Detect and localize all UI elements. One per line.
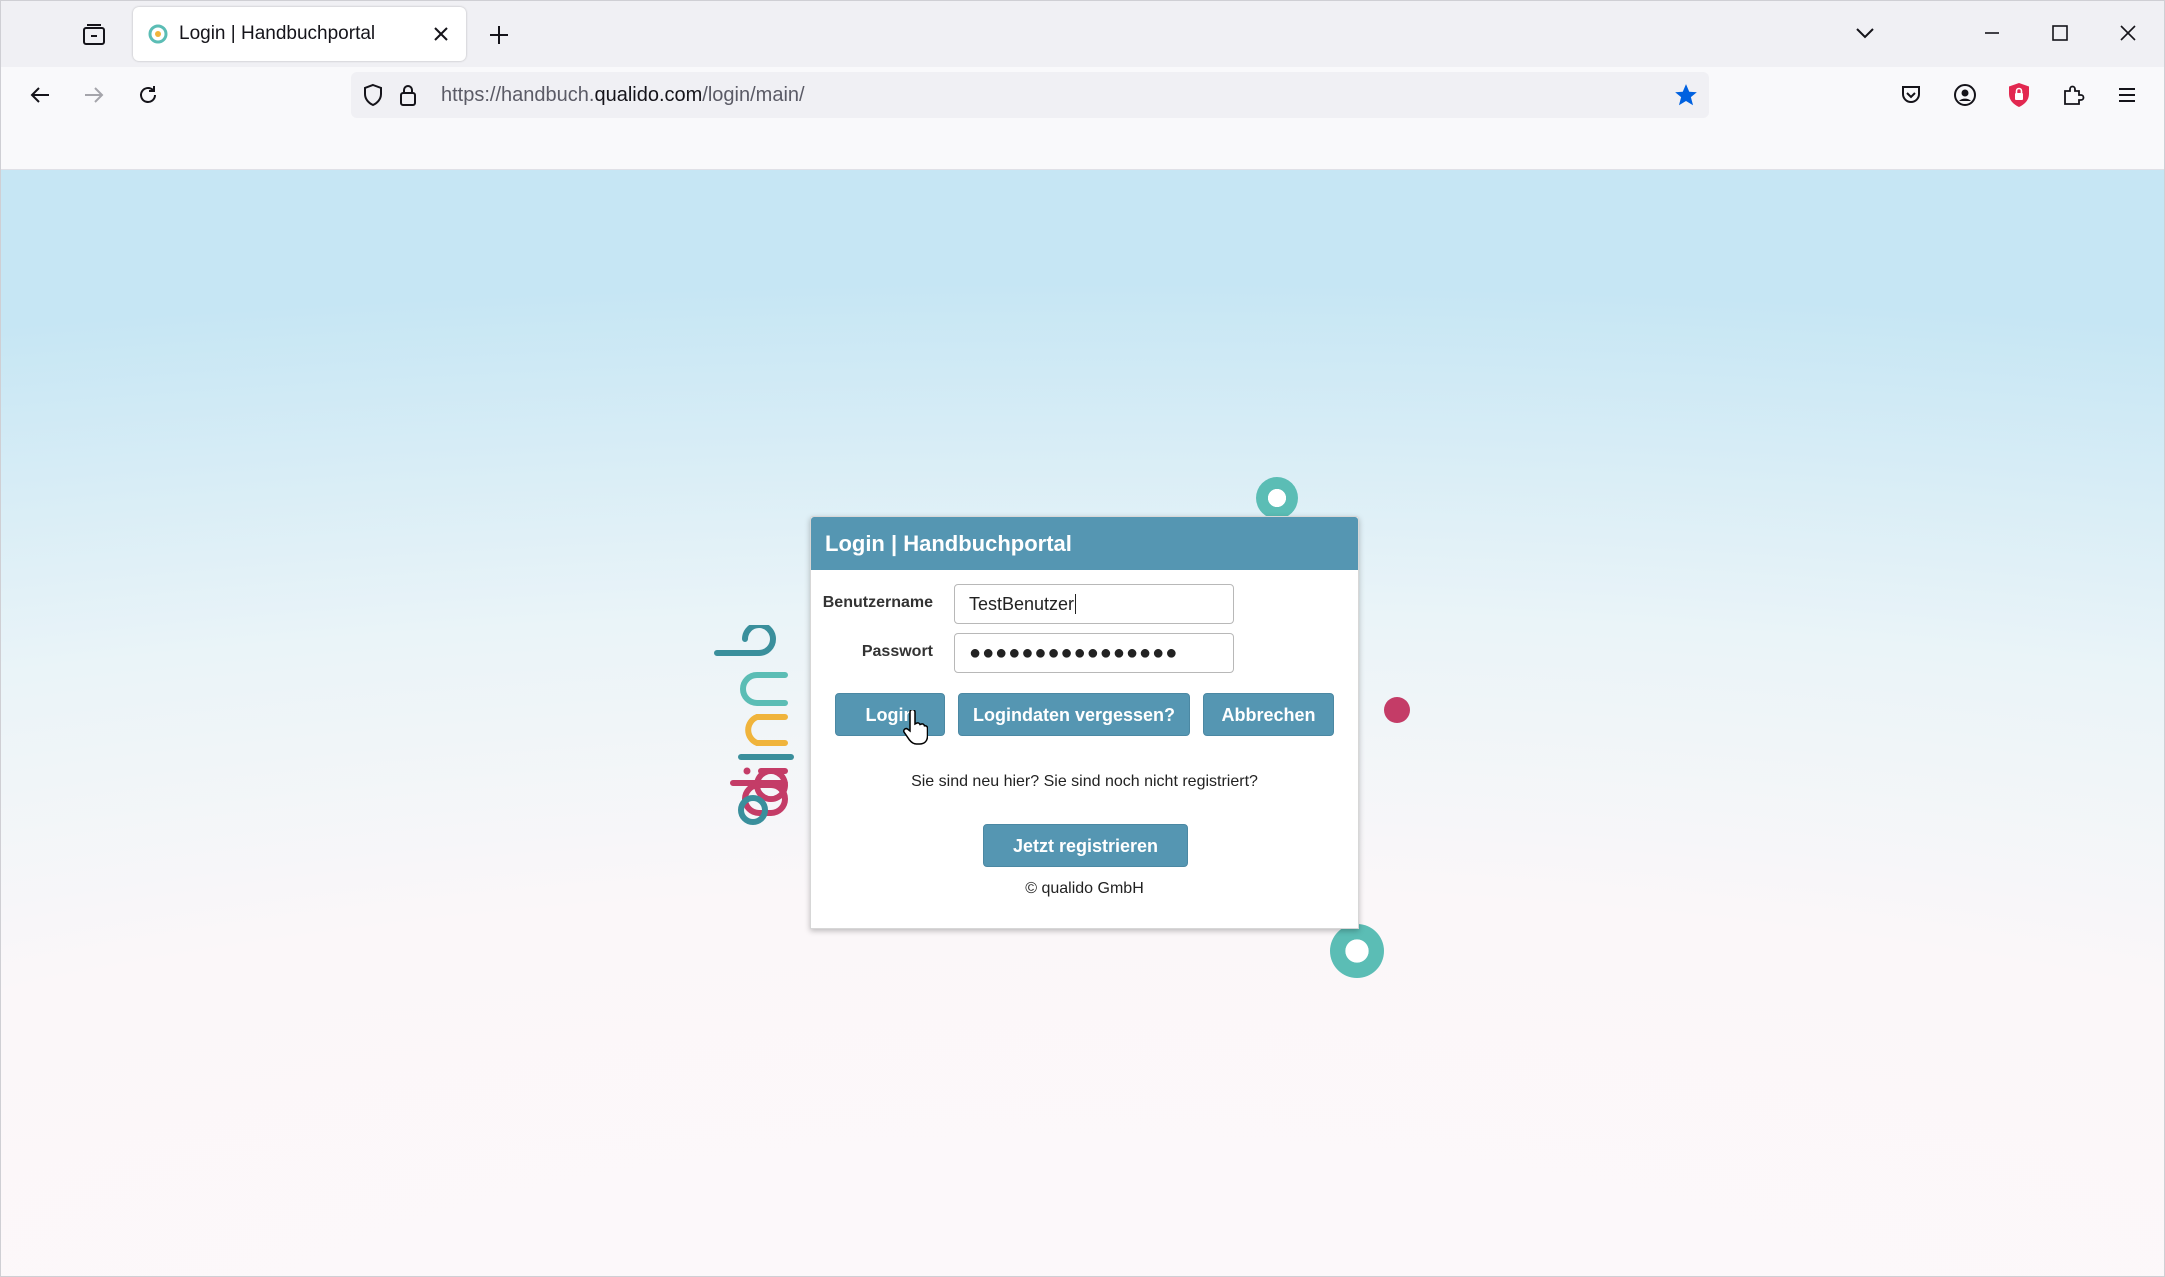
extension-shield-button[interactable]	[1997, 73, 2041, 117]
reload-icon	[140, 86, 156, 103]
username-label: Benutzername	[822, 594, 933, 611]
login-dialog: Login | Handbuchportal Benutzername Test…	[810, 516, 1359, 929]
decorative-ring-top	[1256, 477, 1298, 519]
back-button[interactable]	[18, 73, 62, 117]
tab-strip: Login | Handbuchportal	[1, 1, 2164, 67]
url-text[interactable]: https://handbuch.qualido.com/login/main/	[441, 72, 805, 118]
active-tab[interactable]: Login | Handbuchportal	[133, 7, 466, 61]
chevron-down-icon	[1856, 28, 1874, 39]
tab-title: Login | Handbuchportal	[179, 23, 376, 44]
dialog-title: Login | Handbuchportal	[825, 531, 1072, 556]
password-value: ●●●●●●●●●●●●●●●●	[969, 642, 1179, 664]
maximize-icon	[2052, 25, 2068, 41]
window-close-icon	[2120, 25, 2136, 41]
decorative-ring-bottom	[1330, 924, 1384, 978]
new-user-text: Sie sind neu hier? Sie sind noch nicht r…	[911, 773, 1258, 790]
menu-button[interactable]	[2105, 73, 2149, 117]
cancel-button[interactable]: Abbrechen	[1203, 693, 1334, 736]
arrow-left-icon	[30, 87, 49, 103]
dialog-header: Login | Handbuchportal	[811, 517, 1358, 570]
red-shield-icon	[2009, 83, 2029, 107]
tab-list-button[interactable]	[77, 18, 111, 52]
minimize-button[interactable]	[1969, 11, 2015, 55]
minimize-icon	[1985, 32, 1999, 34]
qualido-logo	[714, 625, 794, 825]
password-input[interactable]: ●●●●●●●●●●●●●●●●	[954, 633, 1234, 673]
account-icon	[1954, 84, 1976, 106]
login-button[interactable]: Login	[835, 693, 945, 736]
text-caret	[1075, 594, 1077, 614]
copyright-text: © qualido GmbH	[1025, 880, 1144, 897]
window-close-button[interactable]	[2105, 11, 2151, 55]
reload-button[interactable]	[126, 73, 170, 117]
pocket-button[interactable]	[1889, 73, 1933, 117]
maximize-button[interactable]	[2037, 11, 2083, 55]
forward-button[interactable]	[72, 73, 116, 117]
register-button[interactable]: Jetzt registrieren	[983, 824, 1188, 867]
navigation-toolbar: https://handbuch.qualido.com/login/main/	[1, 67, 2164, 123]
address-bar[interactable]: https://handbuch.qualido.com/login/main/	[351, 72, 1709, 118]
new-tab-button[interactable]	[481, 17, 517, 53]
browser-window: Login | Handbuchportal https://handbuch.…	[0, 0, 2165, 1277]
tab-list-icon	[83, 24, 105, 45]
extensions-button[interactable]	[2051, 73, 2095, 117]
page-content: Login | Handbuchportal Benutzername Test…	[1, 170, 2164, 1276]
tracking-shield-icon[interactable]	[361, 83, 385, 107]
username-value: TestBenutzer	[969, 594, 1075, 614]
list-all-tabs-button[interactable]	[1847, 15, 1883, 51]
close-icon	[434, 27, 448, 41]
star-icon[interactable]	[1673, 82, 1699, 108]
tab-close-button[interactable]	[428, 21, 454, 47]
pocket-icon	[1902, 86, 1920, 103]
lock-icon[interactable]	[396, 83, 420, 107]
plus-icon	[490, 26, 508, 44]
forgot-credentials-button[interactable]: Logindaten vergessen?	[958, 693, 1190, 736]
account-button[interactable]	[1943, 73, 1987, 117]
username-input[interactable]: TestBenutzer	[954, 584, 1234, 624]
password-label: Passwort	[861, 643, 933, 660]
decorative-dot-right	[1384, 697, 1410, 723]
hand-cursor-icon	[903, 710, 928, 745]
puzzle-icon	[2064, 85, 2085, 105]
arrow-right-icon	[85, 87, 104, 103]
hamburger-icon	[2119, 88, 2135, 102]
qualido-favicon-icon	[148, 24, 168, 44]
